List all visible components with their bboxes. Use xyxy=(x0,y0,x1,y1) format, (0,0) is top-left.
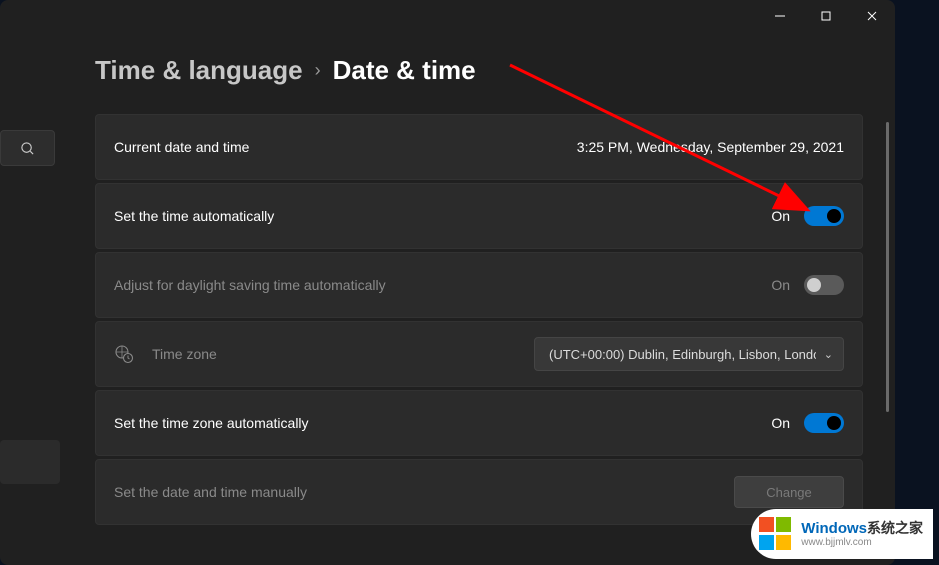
breadcrumb-parent[interactable]: Time & language xyxy=(95,55,303,86)
maximize-button[interactable] xyxy=(803,0,849,32)
watermark-url: www.bjjmlv.com xyxy=(801,537,923,548)
row-dst-auto: Adjust for daylight saving time automati… xyxy=(95,252,863,318)
content-area: Time & language › Date & time Current da… xyxy=(95,55,875,565)
row-label: Set the date and time manually xyxy=(114,484,307,500)
current-datetime-value: 3:25 PM, Wednesday, September 29, 2021 xyxy=(577,139,844,155)
set-time-auto-toggle[interactable] xyxy=(804,206,844,226)
row-label: Set the time zone automatically xyxy=(114,415,309,431)
close-button[interactable] xyxy=(849,0,895,32)
row-label: Current date and time xyxy=(114,139,249,155)
toggle-state-label: On xyxy=(771,415,790,431)
search-button[interactable] xyxy=(0,130,55,166)
row-timezone: Time zone (UTC+00:00) Dublin, Edinburgh,… xyxy=(95,321,863,387)
search-icon xyxy=(20,141,35,156)
toggle-state-label: On xyxy=(771,277,790,293)
minimize-button[interactable] xyxy=(757,0,803,32)
change-button[interactable]: Change xyxy=(734,476,844,508)
row-current-datetime: Current date and time 3:25 PM, Wednesday… xyxy=(95,114,863,180)
watermark: Windows系统之家 www.bjjmlv.com xyxy=(751,509,933,559)
breadcrumb: Time & language › Date & time xyxy=(95,55,875,86)
row-label: Adjust for daylight saving time automati… xyxy=(114,277,386,293)
scrollbar[interactable] xyxy=(886,122,889,412)
set-zone-auto-toggle[interactable] xyxy=(804,413,844,433)
row-set-zone-auto: Set the time zone automatically On xyxy=(95,390,863,456)
toggle-state-label: On xyxy=(771,208,790,224)
left-panel xyxy=(0,130,62,166)
titlebar xyxy=(0,0,895,32)
windows-logo-icon xyxy=(759,517,793,551)
chevron-down-icon: ⌄ xyxy=(824,348,833,361)
timezone-selected: (UTC+00:00) Dublin, Edinburgh, Lisbon, L… xyxy=(549,347,816,362)
watermark-brand: Windows xyxy=(801,520,867,537)
watermark-title: 系统之家 xyxy=(867,520,923,536)
settings-window: Time & language › Date & time Current da… xyxy=(0,0,895,565)
dst-auto-toggle[interactable] xyxy=(804,275,844,295)
row-label: Set the time automatically xyxy=(114,208,274,224)
page-title: Date & time xyxy=(333,55,476,86)
chevron-right-icon: › xyxy=(315,60,321,81)
nav-item-placeholder[interactable] xyxy=(0,440,60,484)
row-set-manual: Set the date and time manually Change xyxy=(95,459,863,525)
timezone-dropdown[interactable]: (UTC+00:00) Dublin, Edinburgh, Lisbon, L… xyxy=(534,337,844,371)
settings-rows: Current date and time 3:25 PM, Wednesday… xyxy=(95,114,875,525)
row-set-time-auto: Set the time automatically On xyxy=(95,183,863,249)
globe-clock-icon xyxy=(114,344,134,364)
row-label: Time zone xyxy=(152,346,217,362)
